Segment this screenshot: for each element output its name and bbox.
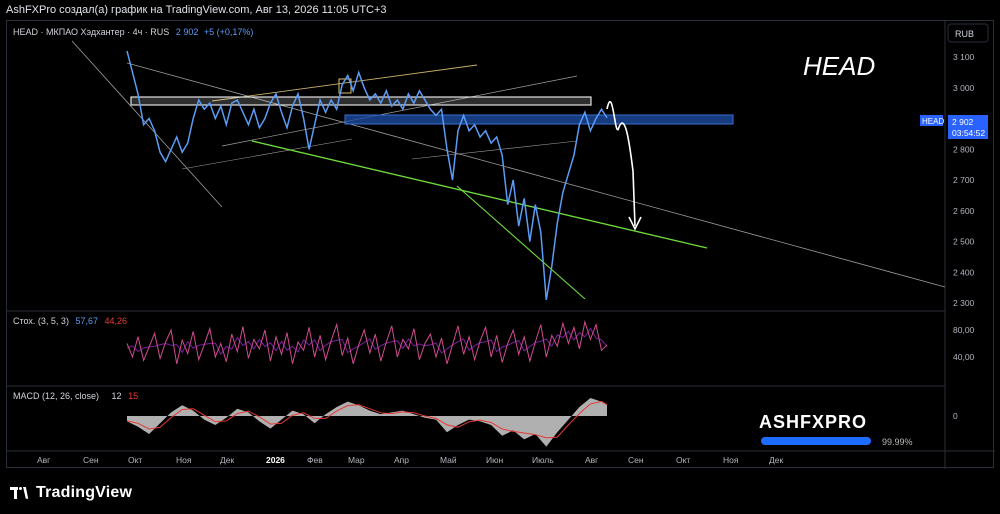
watermark-progress-label: 99.99%: [882, 437, 913, 447]
price-axis-label: 3 100: [953, 52, 975, 62]
price-tag-symbol: HEAD: [922, 117, 944, 126]
watermark-progress-fill: [761, 437, 871, 445]
price-series-line[interactable]: [126, 50, 608, 301]
attribution-text: AshFXPro создал(а) график на TradingView…: [6, 4, 387, 16]
trendline-channel[interactable]: [411, 140, 578, 160]
time-axis-label: Сен: [628, 455, 644, 465]
price-axis-label: 2 600: [953, 206, 975, 216]
time-axis[interactable]: Авг Сен Окт Ноя Дек 2026 Фев Мар Апр Май Июн Июль Ав…: [37, 455, 783, 465]
price-axis-label: 2 800: [953, 144, 975, 154]
footer: TradingView: [0, 472, 1000, 514]
stoch-k-line[interactable]: [126, 319, 608, 364]
macd-axis-label: 0: [953, 411, 958, 421]
tradingview-logo[interactable]: TradingView: [10, 484, 132, 502]
time-axis-label: Дек: [769, 455, 783, 465]
macd-legend[interactable]: MACD (12, 26, close) 12 15: [13, 391, 138, 401]
time-axis-label: Сен: [83, 455, 99, 465]
time-axis-label: 2026: [266, 455, 285, 465]
tradingview-logo-text: TradingView: [36, 484, 133, 501]
time-axis-label: Июн: [486, 455, 503, 465]
support-line-green[interactable]: [251, 140, 708, 249]
time-axis-label: Окт: [676, 455, 690, 465]
time-axis-label: Авг: [585, 455, 598, 465]
zones[interactable]: [130, 78, 734, 125]
trendline-upper-gold[interactable]: [211, 64, 478, 102]
currency-badge[interactable]: RUB: [955, 29, 974, 39]
time-axis-label: Авг: [37, 455, 50, 465]
price-axis-label: 2 700: [953, 175, 975, 185]
overlay-title: HEAD: [803, 51, 875, 81]
price-axis-label: 2 400: [953, 267, 975, 277]
support-line-green-steep[interactable]: [456, 185, 586, 300]
time-axis-label: Дек: [220, 455, 234, 465]
attribution-bar: AshFXPro создал(а) график на TradingView…: [0, 0, 1000, 20]
stoch-axis: 80,00 40,00: [953, 325, 975, 362]
watermark-brand: ASHFXPRO: [759, 412, 867, 432]
time-axis-label: Ноя: [723, 455, 739, 465]
stoch-axis-label: 40,00: [953, 352, 975, 362]
time-axis-label: Июль: [532, 455, 554, 465]
chart-canvas[interactable]: HEAD · МКПАО Хэдхантер · 4ч · RUS 2 902 …: [7, 21, 995, 469]
chart-title-text[interactable]: HEAD · МКПАО Хэдхантер · 4ч · RUS 2 902 …: [13, 27, 253, 37]
supply-zone-blue[interactable]: [344, 114, 734, 125]
time-axis-label: Апр: [394, 455, 409, 465]
trendline-minor[interactable]: [181, 138, 353, 170]
macd-histogram-area[interactable]: [127, 398, 607, 447]
time-axis-label: Окт: [128, 455, 142, 465]
time-axis-label: Ноя: [176, 455, 192, 465]
macd-axis: 0: [953, 411, 958, 421]
price-tag-price: 2 902: [952, 117, 974, 127]
price-axis[interactable]: 3 1003 0002 9002 8002 7002 6002 5002 400…: [953, 52, 975, 308]
price-tag-countdown: 03:54:52: [952, 128, 985, 138]
price-axis-label: 2 300: [953, 298, 975, 308]
stoch-legend[interactable]: Стох. (3, 5, 3) 57,67 44,26: [13, 316, 127, 326]
stoch-axis-label: 80,00: [953, 325, 975, 335]
time-axis-label: Фев: [307, 455, 323, 465]
price-axis-label: 2 500: [953, 237, 975, 247]
time-axis-label: Мар: [348, 455, 365, 465]
trendline-steep[interactable]: [71, 40, 223, 208]
trendline-upper-grey[interactable]: [221, 75, 578, 147]
chart-panel[interactable]: HEAD · МКПАО Хэдхантер · 4ч · RUS 2 902 …: [6, 20, 995, 469]
price-axis-label: 3 000: [953, 83, 975, 93]
time-axis-label: Май: [440, 455, 457, 465]
tradingview-mark-icon: [10, 486, 32, 499]
